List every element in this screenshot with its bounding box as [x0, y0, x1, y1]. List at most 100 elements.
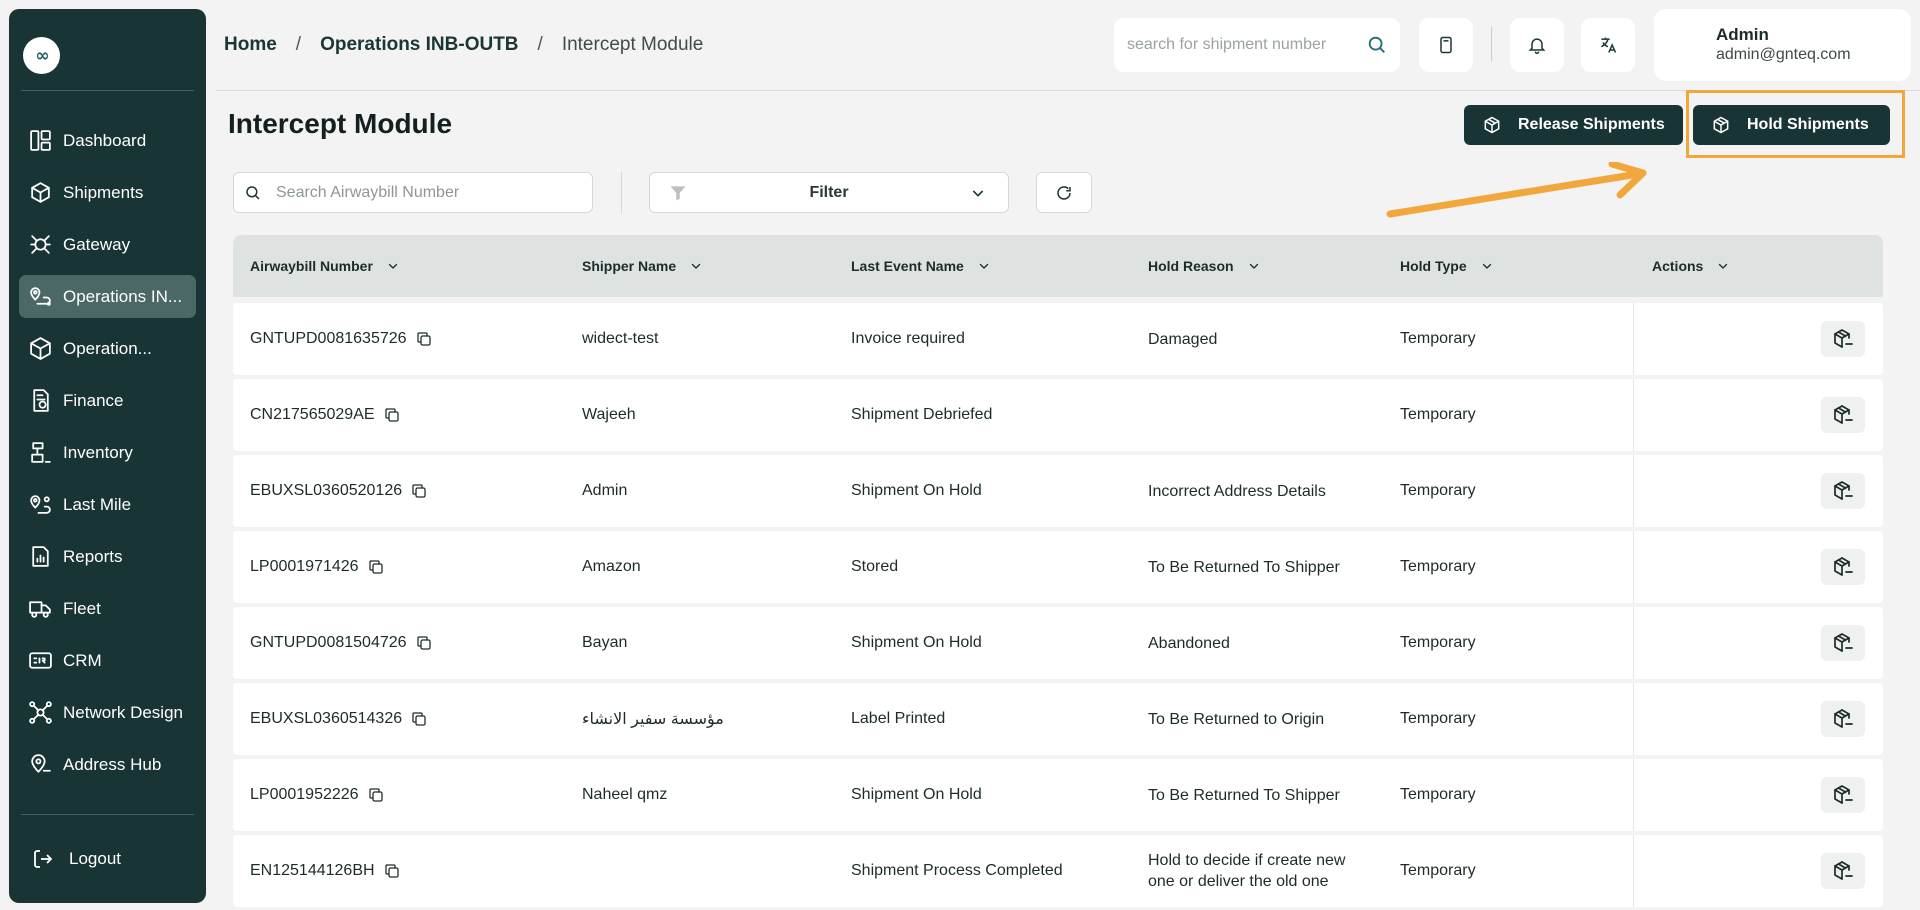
copy-icon[interactable] — [367, 558, 385, 576]
table-row[interactable]: GNTUPD0081635726 widect-test Invoice requi… — [233, 303, 1883, 375]
copy-icon[interactable] — [410, 482, 428, 500]
breadcrumb-home[interactable]: Home — [224, 34, 277, 56]
search-icon — [246, 185, 260, 200]
sidebar-item-reports[interactable]: Reports — [19, 535, 196, 578]
breadcrumb-separator: / — [295, 34, 302, 55]
table-row[interactable]: EN125144126BH Shipment Process Completed H… — [233, 835, 1883, 907]
awb-search-input[interactable] — [276, 183, 576, 202]
cell-last-event: Invoice required — [851, 303, 965, 375]
calculator-icon — [1440, 36, 1452, 54]
breadcrumb-separator: / — [537, 34, 543, 55]
cell-last-event: Shipment On Hold — [851, 607, 982, 679]
copy-icon[interactable] — [383, 862, 401, 880]
sidebar-item-operation[interactable]: Operation... — [19, 327, 196, 370]
sidebar-item-label: Inventory — [63, 442, 133, 462]
table-header: Airwaybill Number Shipper Name Last Event … — [233, 235, 1883, 297]
sidebar-item-inventory[interactable]: Inventory — [19, 431, 196, 474]
column-header-hold-reason[interactable]: Hold Reason — [1148, 235, 1260, 297]
column-header-actions[interactable]: Actions — [1652, 235, 1729, 297]
cell-hold-reason: To Be Returned to Origin — [1148, 683, 1368, 755]
cell-text: Damaged — [1148, 330, 1218, 348]
shipment-search-input[interactable] — [1127, 36, 1357, 54]
copy-icon[interactable] — [383, 406, 401, 424]
cell-text: Temporary — [1400, 710, 1476, 727]
table-row[interactable]: EBUXSL0360514326 مؤسسة سفير الانشاء Label … — [233, 683, 1883, 755]
sidebar-item-gateway[interactable]: Gateway — [19, 223, 196, 266]
calculator-button[interactable] — [1419, 18, 1473, 72]
search-icon[interactable] — [1366, 34, 1388, 56]
cell-text: Label Printed — [851, 710, 946, 727]
hold-shipment-action-button[interactable] — [1821, 625, 1865, 661]
cell-text: GNTUPD0081635726 — [250, 330, 407, 347]
sidebar-item-dashboard[interactable]: Dashboard — [19, 119, 196, 162]
logout-button[interactable]: Logout — [31, 847, 121, 871]
page-title: Intercept Module — [228, 108, 453, 139]
sidebar-item-fleet[interactable]: Fleet — [19, 587, 196, 630]
cell-shipper-name: مؤسسة سفير الانشاء — [582, 683, 724, 755]
sidebar-item-finance[interactable]: Finance — [19, 379, 196, 422]
cell-last-event: Shipment Debriefed — [851, 379, 992, 451]
cell-text: Abandoned — [1148, 634, 1230, 652]
bell-icon — [1528, 38, 1546, 55]
inventory-icon — [27, 439, 54, 466]
sidebar-item-network-design[interactable]: Network Design — [19, 691, 196, 734]
sidebar-item-last-mile[interactable]: Last Mile — [19, 483, 196, 526]
sidebar: ∞ Dashboard Shipments Gateway Operations IN… — [9, 9, 206, 903]
release-shipments-button[interactable]: Release Shipments — [1464, 105, 1683, 145]
sidebar-item-label: CRM — [63, 650, 102, 670]
language-button[interactable] — [1581, 18, 1635, 72]
cell-hold-reason: Damaged — [1148, 303, 1368, 375]
package-remove-icon — [1834, 557, 1853, 576]
report-icon — [27, 543, 54, 570]
sidebar-divider — [21, 814, 194, 815]
column-header-airwaybill-number[interactable]: Airwaybill Number — [250, 235, 399, 297]
sidebar-item-crm[interactable]: CRM — [19, 639, 196, 682]
user-profile[interactable]: Admin admin@gnteq.com — [1654, 9, 1911, 81]
table-row[interactable]: LP0001971426 Amazon Stored To Be Returned T… — [233, 531, 1883, 603]
copy-icon[interactable] — [367, 786, 385, 804]
column-header-last-event-name[interactable]: Last Event Name — [851, 235, 990, 297]
refresh-button[interactable] — [1036, 172, 1092, 213]
route-icon — [30, 495, 51, 514]
package-remove-icon — [1834, 633, 1853, 652]
cell-hold-reason: Hold to decide if create new one or deli… — [1148, 835, 1368, 907]
table-row[interactable]: EBUXSL0360520126 Admin Shipment On Hold Inc… — [233, 455, 1883, 527]
location-icon — [27, 751, 54, 778]
app-logo[interactable]: ∞ — [23, 37, 60, 74]
hold-shipment-action-button[interactable] — [1821, 853, 1865, 889]
sidebar-item-operations-in[interactable]: Operations IN... — [19, 275, 196, 318]
sidebar-item-shipments[interactable]: Shipments — [19, 171, 196, 214]
logout-icon — [34, 850, 53, 868]
inventory-icon — [31, 442, 51, 463]
actions-divider — [1633, 379, 1634, 451]
cell-shipper-name: Bayan — [582, 607, 627, 679]
sidebar-item-label: Finance — [63, 390, 124, 410]
shipment-search — [1114, 18, 1400, 72]
hold-shipment-action-button[interactable] — [1821, 701, 1865, 737]
notifications-button[interactable] — [1510, 18, 1564, 72]
table-row[interactable]: GNTUPD0081504726 Bayan Shipment On Hold Aba… — [233, 607, 1883, 679]
table-row[interactable]: CN217565029AE Wajeeh Shipment Debriefed Tem… — [233, 379, 1883, 451]
user-email: admin@gnteq.com — [1716, 46, 1851, 63]
column-header-hold-type[interactable]: Hold Type — [1400, 235, 1493, 297]
cell-text: EN125144126BH — [250, 862, 375, 879]
column-header-shipper-name[interactable]: Shipper Name — [582, 235, 702, 297]
hold-shipment-action-button[interactable] — [1821, 473, 1865, 509]
hold-shipment-action-button[interactable] — [1821, 397, 1865, 433]
cell-text: Invoice required — [851, 330, 965, 347]
table-row[interactable]: LP0001952226 Naheel qmz Shipment On Hold To… — [233, 759, 1883, 831]
highlight-box — [1686, 90, 1905, 158]
cell-text: Admin — [582, 482, 628, 499]
chevron-down-icon — [691, 263, 701, 269]
sidebar-item-address-hub[interactable]: Address Hub — [19, 743, 196, 786]
actions-divider — [1633, 531, 1634, 603]
filter-dropdown[interactable]: Filter — [649, 172, 1009, 213]
hold-shipment-action-button[interactable] — [1821, 321, 1865, 357]
cell-airwaybill: LP0001971426 — [250, 531, 385, 603]
copy-icon[interactable] — [415, 634, 433, 652]
copy-icon[interactable] — [410, 710, 428, 728]
hold-shipment-action-button[interactable] — [1821, 777, 1865, 813]
hold-shipment-action-button[interactable] — [1821, 549, 1865, 585]
breadcrumb-operations[interactable]: Operations INB-OUTB — [320, 34, 518, 56]
copy-icon[interactable] — [415, 330, 433, 348]
